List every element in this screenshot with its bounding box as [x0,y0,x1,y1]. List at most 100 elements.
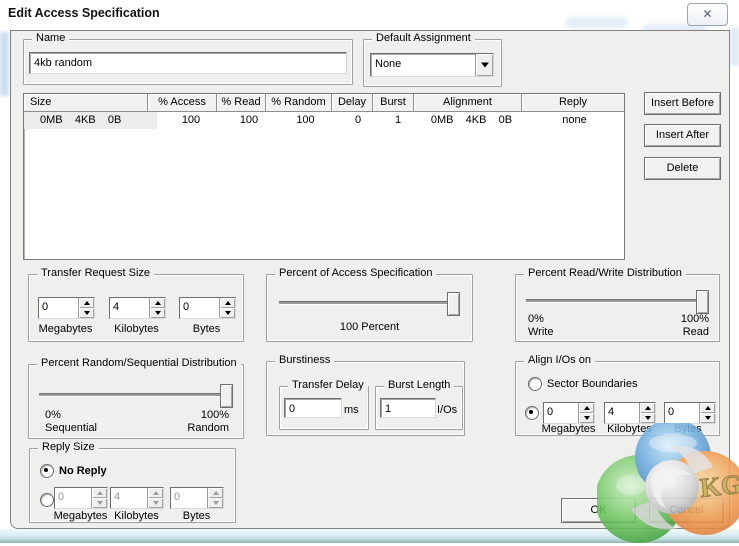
percent-access-label: Percent of Access Specification [275,267,436,280]
rw-right-label: Read [639,326,709,339]
spin-down-icon [148,498,163,508]
default-assignment-value: None [371,54,475,76]
transfer-request-size-group: Transfer Request Size 0 4 0 Megabytes Ki… [28,274,244,342]
table-row[interactable]: 0MB 4KB 0B 100 100 100 0 1 0MB 4KB 0B no… [24,112,624,129]
spin-down-icon [208,498,223,508]
combo-dropdown-button[interactable] [475,54,493,76]
random-sequential-slider[interactable] [39,383,233,407]
spin-up-icon [92,488,107,498]
spin-up-icon[interactable] [700,403,715,413]
burst-length-input[interactable]: 1 [380,398,436,418]
percent-access-slider[interactable] [279,291,460,315]
col-size[interactable]: Size [24,94,148,112]
trs-kilobytes-spinner[interactable]: 4 [109,297,166,319]
transfer-delay-group: Transfer Delay 0 ms [279,386,369,430]
rw-left-pct: 0% [528,313,544,326]
col-access[interactable]: % Access [148,94,217,112]
spin-down-icon[interactable] [79,308,94,318]
radio-reply-custom[interactable] [40,493,54,507]
cell-delay: 0 [338,112,378,129]
slider-thumb[interactable] [220,384,233,408]
access-spec-list[interactable]: Size % Access % Read % Random Delay Burs… [23,93,625,260]
close-button[interactable]: ✕ [687,3,728,26]
trs-megabytes-unit: Megabytes [29,323,102,336]
cancel-button[interactable]: Cancel [649,498,724,523]
name-input[interactable]: 4kb random [29,52,347,74]
radio-no-reply[interactable] [40,464,54,478]
col-random[interactable]: % Random [266,94,332,112]
rs-left-pct: 0% [45,409,61,422]
percent-access-value: 100 Percent [267,321,472,334]
spin-down-icon[interactable] [579,413,594,423]
cell-reply: none [525,112,624,129]
slider-thumb[interactable] [696,290,709,314]
align-ios-label: Align I/Os on [524,354,595,367]
burst-length-label: Burst Length [384,379,454,392]
radio-align-custom[interactable] [525,406,539,420]
col-burst[interactable]: Burst [373,94,414,112]
background-edge-right [730,28,739,66]
name-group-label: Name [32,32,69,45]
spin-down-icon [92,498,107,508]
transfer-delay-unit: ms [344,404,359,417]
col-alignment[interactable]: Alignment [414,94,522,112]
reply-megabytes-spinner: 0 [54,487,108,509]
spin-down-icon[interactable] [150,308,165,318]
trs-megabytes-spinner[interactable]: 0 [38,297,95,319]
reply-kilobytes-spinner: 4 [110,487,164,509]
cell-burst: 1 [378,112,418,129]
window-title: Edit Access Specification [8,6,160,20]
spin-up-icon[interactable] [220,298,235,308]
transfer-delay-input[interactable]: 0 [284,398,342,418]
delete-button[interactable]: Delete [644,157,721,180]
no-reply-label[interactable]: No Reply [59,465,107,478]
reply-bytes-unit: Bytes [160,510,233,523]
cell-random: 100 [273,112,338,129]
reply-bytes-spinner: 0 [170,487,224,509]
reply-size-group: Reply Size No Reply 0 4 0 Megabytes Kilo… [29,448,236,523]
rs-left-label: Sequential [45,422,97,435]
insert-after-button[interactable]: Insert After [644,124,721,147]
read-write-label: Percent Read/Write Distribution [524,267,686,280]
insert-before-button[interactable]: Insert Before [644,92,721,115]
spin-down-icon[interactable] [220,308,235,318]
burst-length-unit: I/Os [437,404,457,417]
ok-button[interactable]: OK [561,498,636,523]
align-kilobytes-spinner[interactable]: 4 [604,402,656,424]
rs-right-pct: 100% [157,409,229,422]
trs-bytes-spinner[interactable]: 0 [179,297,236,319]
slider-thumb[interactable] [447,292,460,316]
spin-down-icon[interactable] [700,413,715,423]
align-megabytes-spinner[interactable]: 0 [543,402,595,424]
align-bytes-unit: Bytes [655,423,721,436]
burst-length-group: Burst Length 1 I/Os [375,386,463,430]
default-assignment-select[interactable]: None [370,53,494,77]
burstiness-group: Burstiness Transfer Delay 0 ms Burst Len… [266,361,465,436]
spin-up-icon [148,488,163,498]
background-blur-blob [566,17,628,28]
transfer-delay-label: Transfer Delay [288,379,368,392]
screenshot-root: { "win": { "title": "Edit Access Specifi… [0,0,739,543]
spin-up-icon[interactable] [79,298,94,308]
rw-right-pct: 100% [639,313,709,326]
default-assignment-label: Default Assignment [372,32,475,45]
sector-boundaries-label[interactable]: Sector Boundaries [547,378,638,391]
col-reply[interactable]: Reply [522,94,624,112]
default-assignment-group: Default Assignment None [363,39,502,87]
trs-bytes-unit: Bytes [170,323,243,336]
read-write-slider[interactable] [526,289,709,313]
spin-up-icon[interactable] [640,403,655,413]
random-sequential-group: Percent Random/Sequential Distribution 0… [28,364,244,439]
radio-sector-boundaries[interactable] [528,377,542,391]
col-read[interactable]: % Read [217,94,266,112]
spin-up-icon[interactable] [579,403,594,413]
rs-right-label: Random [157,422,229,435]
col-delay[interactable]: Delay [332,94,373,112]
burstiness-label: Burstiness [275,354,334,367]
rw-left-label: Write [528,326,553,339]
align-bytes-spinner[interactable]: 0 [664,402,716,424]
spin-up-icon[interactable] [150,298,165,308]
name-group: Name 4kb random [23,39,353,85]
window-bottom-edge [0,529,739,543]
spin-down-icon[interactable] [640,413,655,423]
